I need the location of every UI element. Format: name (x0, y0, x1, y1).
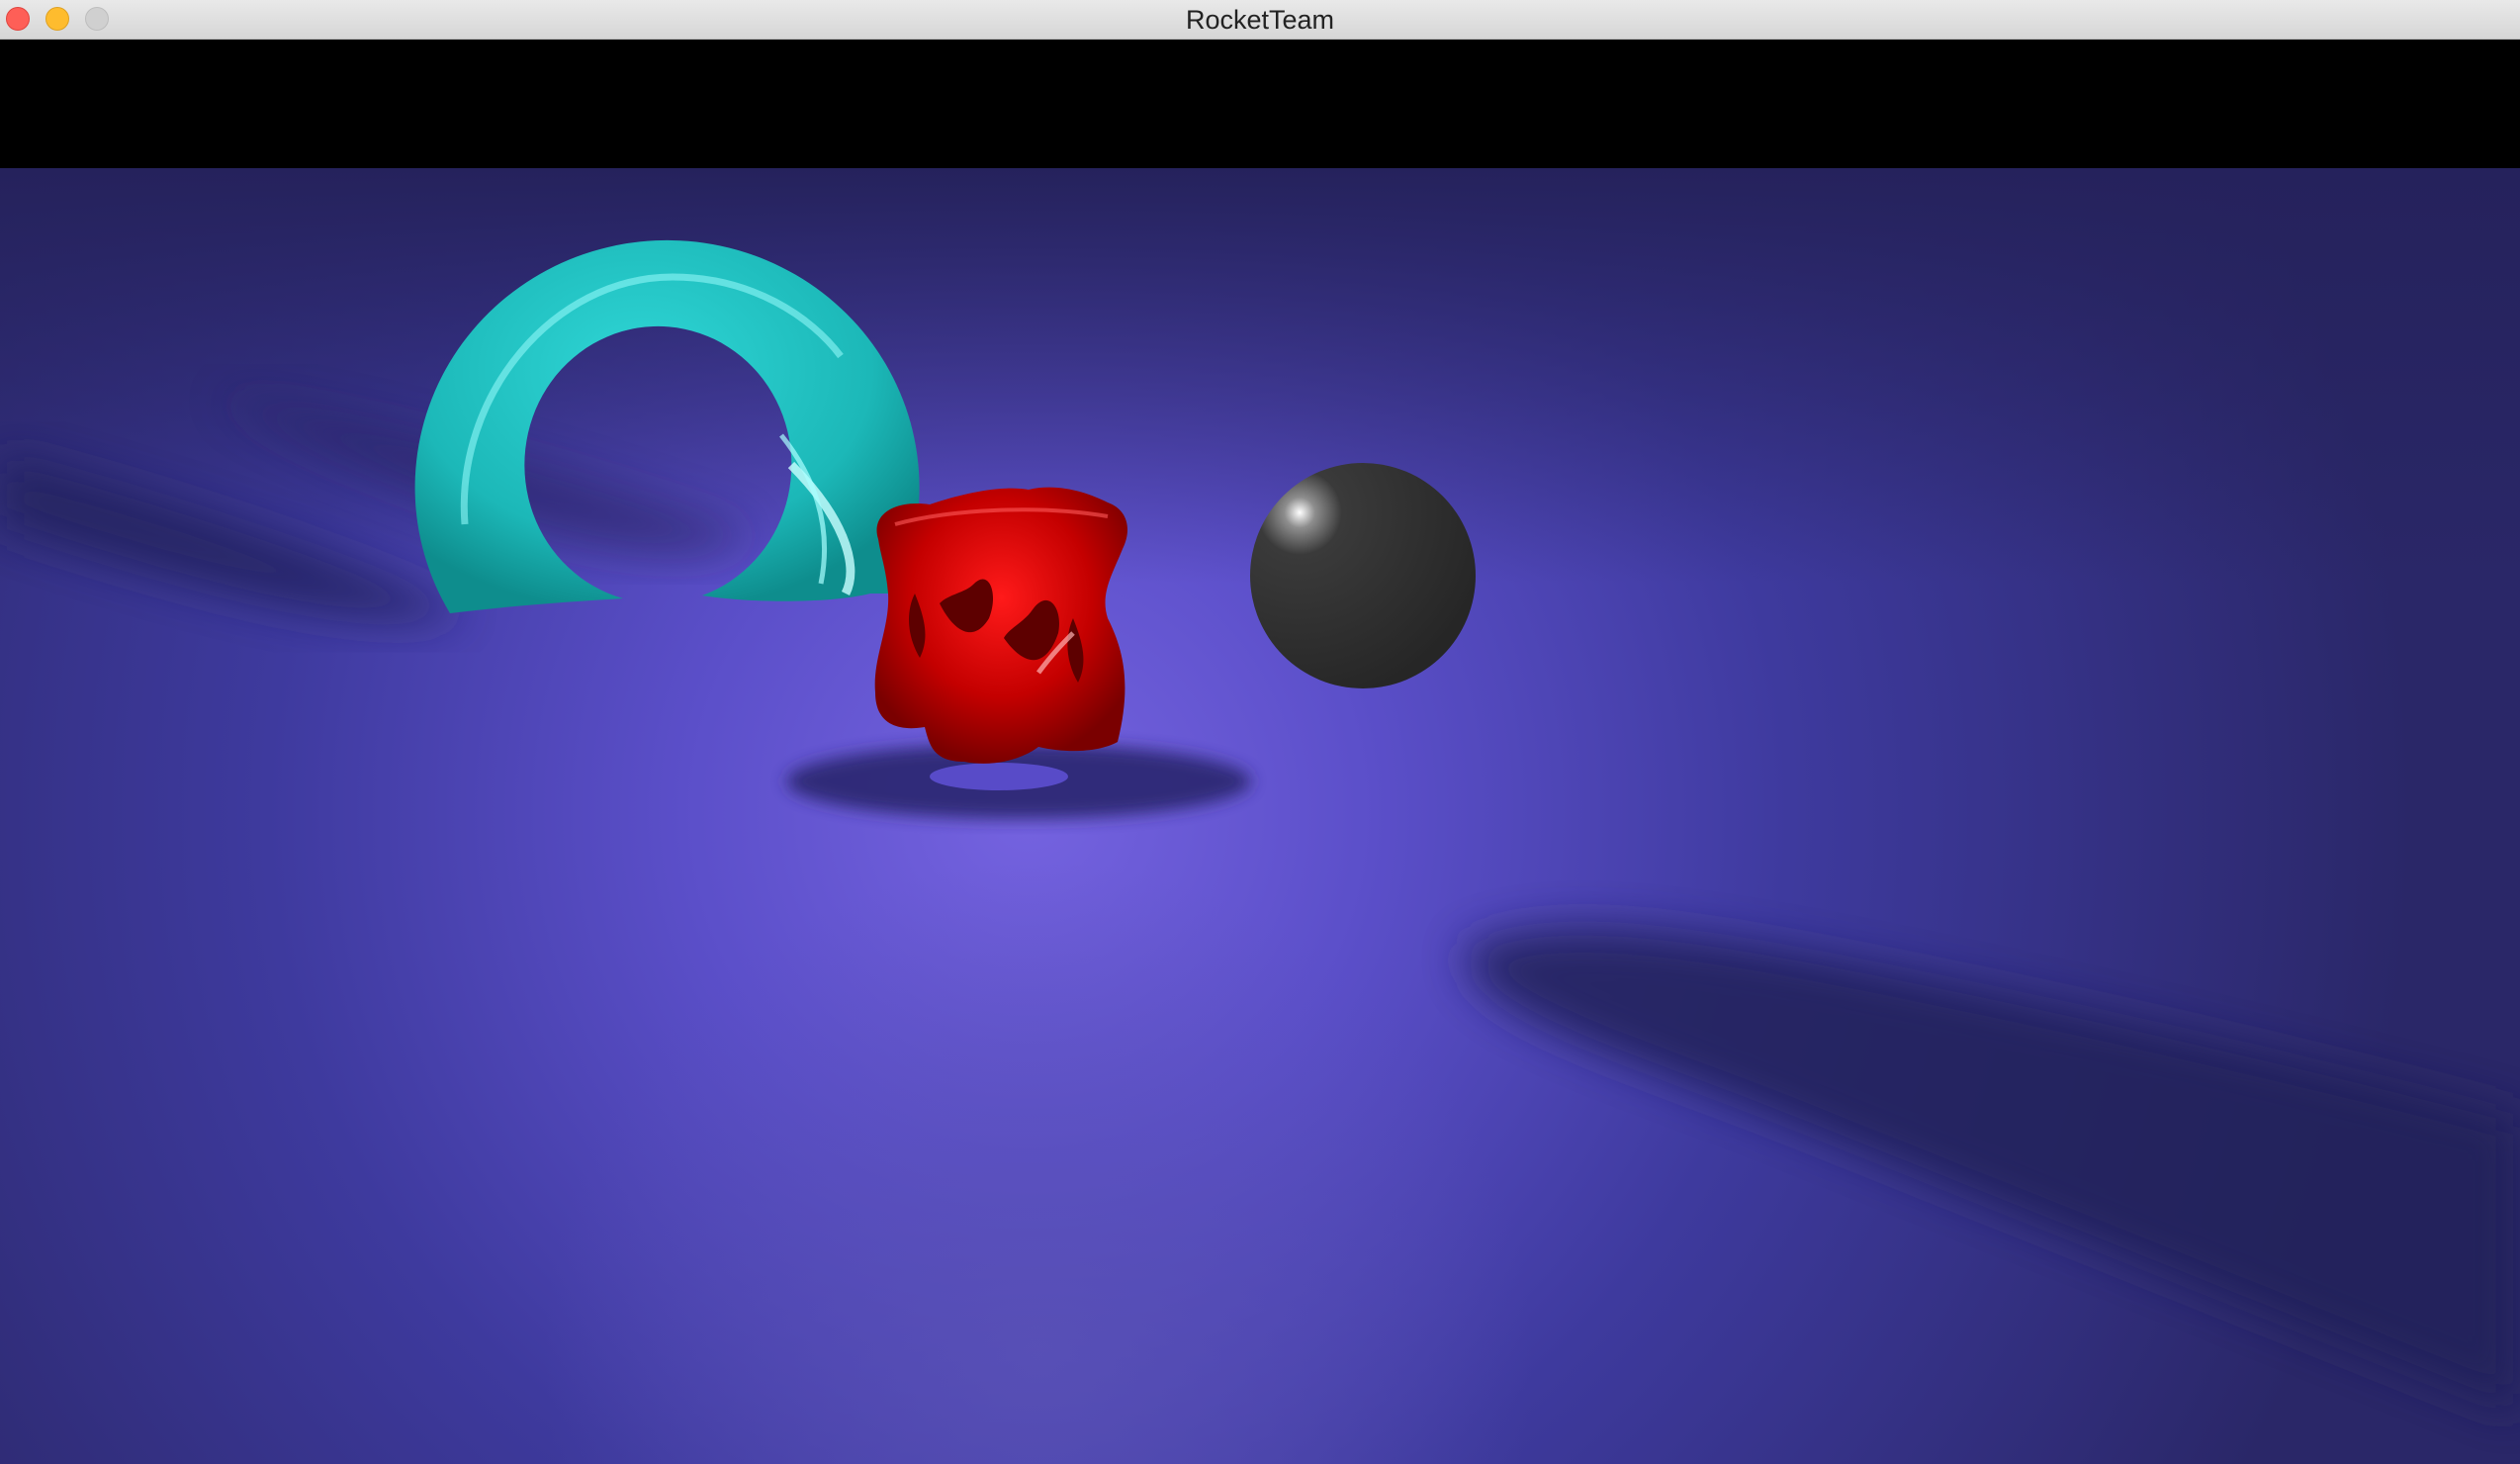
window-title: RocketTeam (1185, 5, 1335, 35)
title-bar[interactable]: RocketTeam (0, 0, 2520, 40)
app-window: RocketTeam (0, 0, 2520, 1464)
dark-sphere (1250, 463, 1476, 688)
red-knot-object (874, 487, 1127, 764)
render-viewport[interactable] (0, 168, 2520, 1464)
black-letterbox-bar (0, 40, 2520, 168)
